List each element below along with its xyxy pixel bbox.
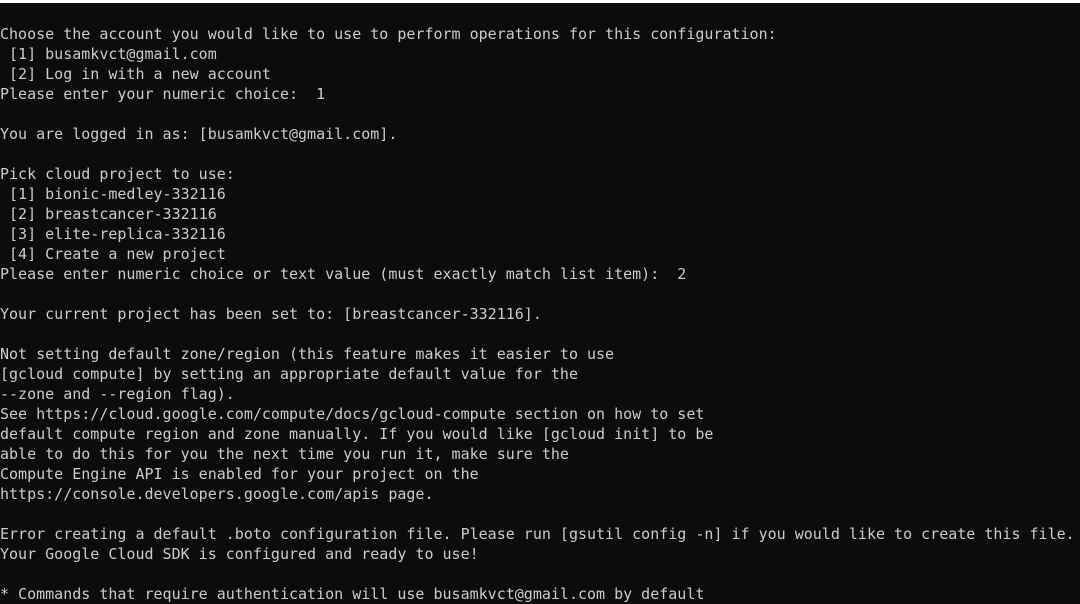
zone-notice-line: Not setting default zone/region (this fe…	[0, 345, 615, 363]
zone-notice-line: able to do this for you the next time yo…	[0, 445, 569, 463]
prompt-account-choice: Choose the account you would like to use…	[0, 25, 777, 43]
project-choice-input: Please enter numeric choice or text valu…	[0, 265, 687, 283]
project-option-1: [1] bionic-medley-332116	[0, 185, 226, 203]
logged-in-message: You are logged in as: [busamkvct@gmail.c…	[0, 125, 398, 143]
project-option-2: [2] breastcancer-332116	[0, 205, 217, 223]
zone-notice-line: See https://cloud.google.com/compute/doc…	[0, 405, 705, 423]
zone-notice-line: default compute region and zone manually…	[0, 425, 714, 443]
account-option-2: [2] Log in with a new account	[0, 65, 271, 83]
project-set-message: Your current project has been set to: [b…	[0, 305, 542, 323]
zone-notice-line: https://console.developers.google.com/ap…	[0, 485, 434, 503]
boto-error-message: Error creating a default .boto configura…	[0, 525, 1075, 543]
zone-notice-line: [gcloud compute] by setting an appropria…	[0, 365, 578, 383]
project-option-4: [4] Create a new project	[0, 245, 226, 263]
account-option-1: [1] busamkvct@gmail.com	[0, 45, 217, 63]
zone-notice-line: --zone and --region flag).	[0, 385, 235, 403]
prompt-project-choice: Pick cloud project to use:	[0, 165, 235, 183]
terminal-output: Choose the account you would like to use…	[0, 24, 1075, 604]
zone-notice-line: Compute Engine API is enabled for your p…	[0, 465, 479, 483]
account-choice-input: Please enter your numeric choice: 1	[0, 85, 326, 103]
terminal-window[interactable]: Choose the account you would like to use…	[0, 3, 1080, 604]
auth-info-message: * Commands that require authentication w…	[0, 585, 705, 603]
project-option-3: [3] elite-replica-332116	[0, 225, 226, 243]
sdk-ready-message: Your Google Cloud SDK is configured and …	[0, 545, 479, 563]
